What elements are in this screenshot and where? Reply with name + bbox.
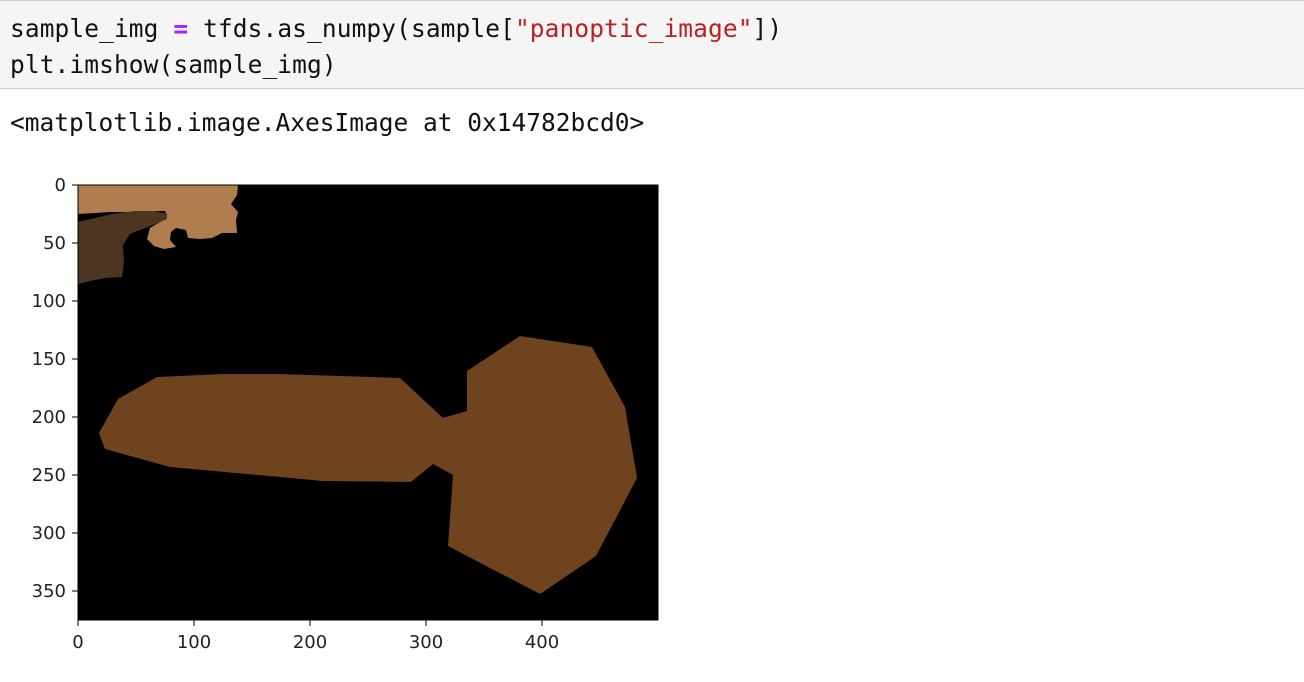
x-axis-ticks: 0 100 200 300 400 <box>72 620 559 653</box>
y-tick-label: 250 <box>32 465 66 486</box>
code-call: tfds.as_numpy(sample[ <box>188 14 515 43</box>
y-tick-label: 0 <box>55 175 66 196</box>
code-operator: = <box>173 14 189 43</box>
y-axis-ticks: 0 50 100 150 200 250 300 350 <box>32 175 78 602</box>
code-line-2: plt.imshow(sample_img) <box>10 50 337 79</box>
x-tick-label: 100 <box>177 632 211 653</box>
code-variable: sample_img <box>10 14 174 43</box>
x-tick-label: 400 <box>525 632 559 653</box>
y-tick-label: 300 <box>32 523 66 544</box>
code-string: "panoptic_image" <box>514 14 753 43</box>
y-tick-label: 150 <box>32 349 66 370</box>
code-end: ]) <box>752 14 783 43</box>
image-plot-svg: 0 50 100 150 200 250 300 350 0 100 200 300 400 <box>32 175 659 653</box>
x-tick-label: 200 <box>293 632 327 653</box>
x-tick-label: 0 <box>72 632 83 653</box>
y-tick-label: 350 <box>32 581 66 602</box>
x-tick-label: 300 <box>409 632 443 653</box>
y-tick-label: 50 <box>43 233 66 254</box>
output-text: <matplotlib.image.AxesImage at 0x14782bc… <box>10 108 645 137</box>
code-input-cell[interactable]: sample_img = tfds.as_numpy(sample["panop… <box>0 0 1304 89</box>
y-tick-label: 200 <box>32 407 66 428</box>
image-plot: 0 50 100 150 200 250 300 350 0 100 200 300 400 <box>0 160 700 670</box>
y-tick-label: 100 <box>32 291 66 312</box>
code-line-1: sample_img = tfds.as_numpy(sample["panop… <box>10 14 782 44</box>
